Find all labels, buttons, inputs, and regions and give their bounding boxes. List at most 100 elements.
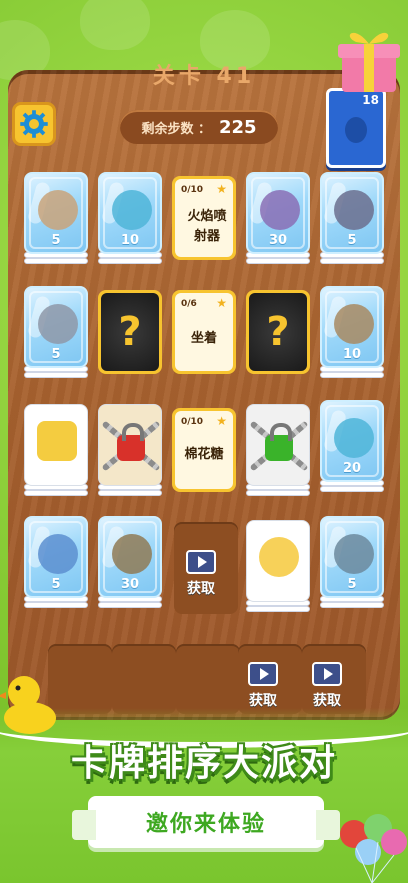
balloons-icon — [340, 814, 407, 883]
ice-shine — [100, 524, 126, 570]
mystery-slot[interactable]: ? — [246, 290, 310, 382]
card-count: 5 — [51, 577, 61, 592]
card-slot[interactable]: 30 — [246, 172, 310, 264]
apple-decoration — [80, 0, 150, 50]
locked-card — [246, 404, 310, 486]
frozen-card[interactable]: 20 — [320, 400, 384, 482]
ice-shine — [322, 180, 348, 226]
promo-subtitle[interactable]: 邀你来体验 — [72, 796, 340, 848]
card-count: 5 — [347, 233, 357, 248]
video-icon — [312, 662, 342, 686]
locked-slot — [246, 404, 310, 496]
card-slot[interactable]: 10 — [320, 286, 384, 378]
card-slot[interactable]: 20 — [320, 400, 384, 492]
promo-title: 卡牌排序大派对 — [70, 743, 337, 784]
settings-button[interactable] — [12, 102, 56, 146]
get-label: 获取 — [187, 581, 215, 597]
card-slot[interactable]: 10 — [98, 172, 162, 264]
card-slot[interactable]: 30 — [98, 516, 162, 608]
ice-shine — [26, 294, 52, 340]
mystery-slot[interactable]: ? — [98, 290, 162, 382]
ice-shine — [26, 524, 52, 570]
get-label: 获取 — [313, 693, 341, 709]
steps-value: 225 — [218, 116, 257, 138]
frozen-card[interactable]: 5 — [320, 172, 384, 254]
card-stack-layer — [320, 602, 384, 608]
frozen-card[interactable]: 5 — [24, 286, 88, 368]
mystery-card[interactable]: ? — [98, 290, 162, 374]
tray-slot — [112, 644, 176, 714]
green-lock-icon — [265, 423, 293, 461]
mystery-card[interactable]: ? — [246, 290, 310, 374]
ice-shine — [100, 180, 126, 226]
card-count: 5 — [51, 347, 61, 362]
knight-blaster-icon — [334, 534, 374, 574]
ice-shine — [322, 294, 348, 340]
card-count: 30 — [268, 233, 288, 248]
toy-card[interactable] — [24, 404, 88, 486]
gift-box-icon[interactable] — [334, 22, 404, 94]
draw-deck[interactable]: 18 — [326, 88, 386, 168]
video-icon — [248, 662, 278, 686]
quest-progress: 0/6 — [181, 299, 197, 309]
steps-label: 剩余步数 ： — [141, 121, 211, 137]
frozen-card[interactable]: 5 — [24, 516, 88, 598]
star-icon: ★ — [216, 414, 227, 428]
get-button[interactable]: 获取 — [186, 550, 216, 598]
toy-card[interactable] — [246, 520, 310, 602]
tray-get-button[interactable]: 获取 — [312, 662, 342, 710]
card-stack-layer — [246, 490, 310, 496]
deck-count: 18 — [362, 93, 379, 107]
tray-get-button[interactable]: 获取 — [248, 662, 278, 710]
quest-slot: 0/10 ★ 棉花糖 — [172, 408, 236, 500]
excavator-icon — [37, 421, 77, 461]
card-count: 10 — [120, 233, 140, 248]
wizard-blaster-icon — [334, 190, 374, 230]
remaining-steps: 剩余步数 ： 225 — [120, 110, 278, 144]
star-icon: ★ — [216, 182, 227, 196]
question-mark: ? — [249, 293, 307, 371]
card-slot[interactable]: 5 — [24, 172, 88, 264]
card-stack-layer — [24, 258, 88, 264]
quest-card: 0/10 ★ 棉花糖 — [172, 408, 236, 492]
card-count: 5 — [51, 233, 61, 248]
card-stack-layer — [24, 490, 88, 496]
card-slot[interactable]: 5 — [24, 516, 88, 608]
frozen-card[interactable]: 5 — [24, 172, 88, 254]
card-slot[interactable] — [24, 404, 88, 496]
deck-emblem-icon — [345, 117, 367, 143]
card-stack-layer — [320, 258, 384, 264]
card-stack-layer — [24, 602, 88, 608]
card-stack-layer — [98, 490, 162, 496]
rubber-duck-icon — [0, 676, 56, 734]
card-stack-layer — [246, 606, 310, 612]
card-count: 20 — [342, 461, 362, 476]
gear-icon — [20, 110, 48, 138]
card-slot[interactable]: 5 — [320, 516, 384, 608]
frozen-card[interactable]: 5 — [320, 516, 384, 598]
get-label: 获取 — [249, 693, 277, 709]
ice-shine — [26, 180, 52, 226]
frozen-card[interactable]: 10 — [98, 172, 162, 254]
red-lock-icon — [117, 423, 145, 461]
quest-name: 火焰喷射器 — [187, 209, 227, 244]
frozen-card[interactable]: 10 — [320, 286, 384, 368]
quest-progress: 0/10 — [181, 417, 204, 427]
star-icon: ★ — [216, 296, 227, 310]
dragon-icon — [260, 190, 300, 230]
tray-slot — [176, 644, 240, 714]
hippo-icon — [334, 418, 374, 458]
card-stack-layer — [24, 372, 88, 378]
card-slot[interactable]: 5 — [320, 172, 384, 264]
card-count: 10 — [342, 347, 362, 362]
frozen-card[interactable]: 30 — [246, 172, 310, 254]
card-stack-layer — [98, 258, 162, 264]
card-slot[interactable] — [246, 520, 310, 612]
ice-shine — [322, 408, 348, 454]
frozen-card[interactable]: 30 — [98, 516, 162, 598]
quest-card: 0/6 ★ 坐着 — [172, 290, 236, 374]
hippo-icon — [112, 190, 152, 230]
quest-name: 棉花糖 — [184, 447, 224, 462]
quest-progress: 0/10 — [181, 185, 204, 195]
card-slot[interactable]: 5 — [24, 286, 88, 378]
